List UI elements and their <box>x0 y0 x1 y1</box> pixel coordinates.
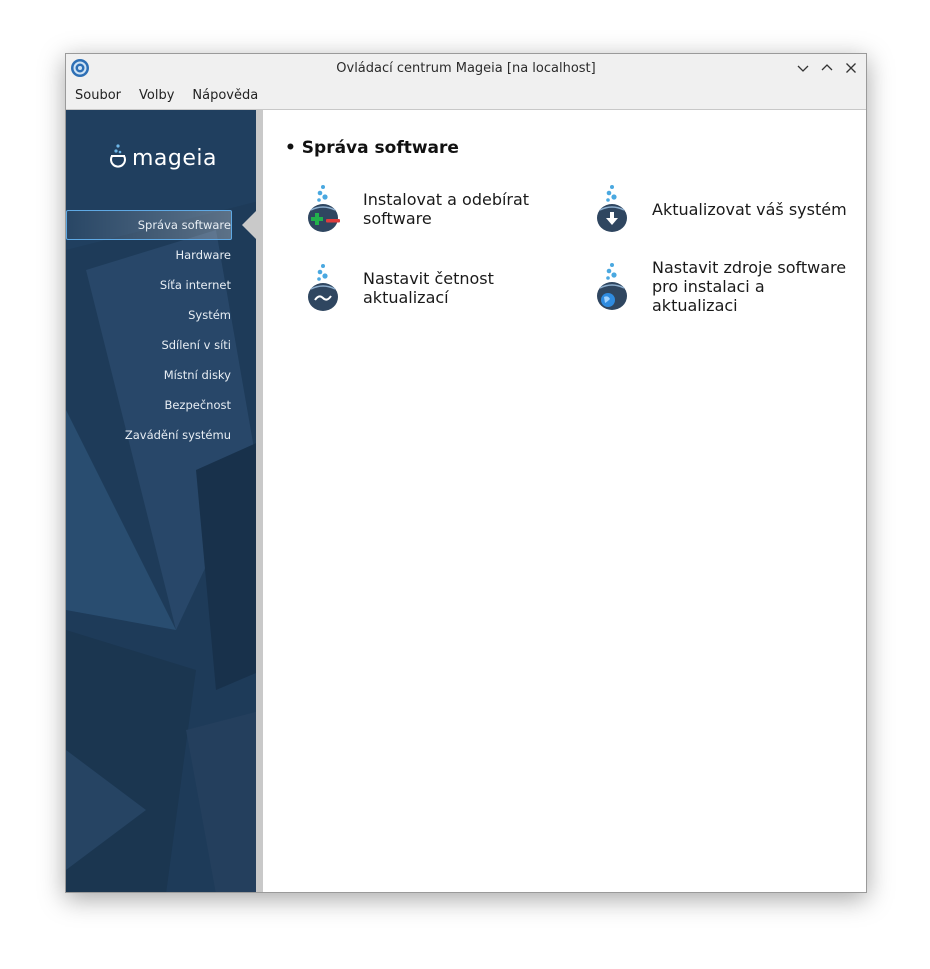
tool-update-system[interactable]: Aktualizovat váš systém <box>594 184 852 234</box>
app-window: Ovládací centrum Mageia [na localhost] S… <box>65 53 867 893</box>
sidebar-item-label: Hardware <box>175 248 231 262</box>
update-frequency-icon <box>308 264 338 311</box>
title-bar[interactable]: Ovládací centrum Mageia [na localhost] <box>66 54 866 82</box>
sidebar: mageia Správa software Hardware Síťa int… <box>66 110 263 892</box>
sidebar-item-security[interactable]: Bezpečnost <box>66 390 263 420</box>
tool-label: Aktualizovat váš systém <box>652 199 847 219</box>
sidebar-nav: Správa software Hardware Síťa internet S… <box>66 210 263 450</box>
sidebar-item-label: Místní disky <box>163 368 231 382</box>
sidebar-item-hardware[interactable]: Hardware <box>66 240 263 270</box>
sidebar-item-network-internet[interactable]: Síťa internet <box>66 270 263 300</box>
minimize-icon[interactable] <box>794 58 812 78</box>
tool-install-remove-software[interactable]: Instalovat a odebírat software <box>305 184 543 234</box>
sidebar-item-software-management[interactable]: Správa software <box>66 210 263 240</box>
mageia-app-icon[interactable] <box>70 58 90 78</box>
sidebar-item-network-sharing[interactable]: Sdílení v síti <box>66 330 263 360</box>
update-system-icon <box>597 185 627 232</box>
tool-software-sources[interactable]: Nastavit zdroje software pro instalaci a… <box>594 258 852 315</box>
sidebar-item-label: Systém <box>188 308 231 322</box>
sidebar-item-boot[interactable]: Zavádění systému <box>66 420 263 450</box>
mageia-wordmark: mageia <box>132 145 218 171</box>
sidebar-item-system[interactable]: Systém <box>66 300 263 330</box>
maximize-icon[interactable] <box>818 58 836 78</box>
window-title: Ovládací centrum Mageia [na localhost] <box>336 60 596 76</box>
tool-label: Instalovat a odebírat software <box>363 190 530 228</box>
tool-update-frequency[interactable]: Nastavit četnost aktualizací <box>305 263 543 313</box>
sidebar-splitter[interactable] <box>256 110 263 892</box>
sidebar-item-local-disks[interactable]: Místní disky <box>66 360 263 390</box>
menu-bar: Soubor Volby Nápověda <box>66 82 866 110</box>
tool-label: Nastavit zdroje software pro instalaci a… <box>652 258 847 315</box>
sidebar-item-label: Síťa internet <box>159 278 231 292</box>
section-title: • Správa software <box>285 138 459 158</box>
tool-label: Nastavit četnost aktualizací <box>363 269 494 307</box>
menu-options[interactable]: Volby <box>130 88 183 103</box>
sidebar-item-label: Zavádění systému <box>124 428 231 442</box>
mageia-logo: mageia <box>108 138 218 178</box>
menu-help[interactable]: Nápověda <box>183 88 267 103</box>
software-sources-icon <box>597 262 627 310</box>
main-content: • Správa software Instalovat a odebírat … <box>263 110 866 892</box>
sidebar-item-label: Bezpečnost <box>164 398 231 412</box>
sidebar-item-label: Sdílení v síti <box>161 338 231 352</box>
menu-file[interactable]: Soubor <box>66 88 130 103</box>
mageia-cauldron-icon <box>110 144 126 168</box>
sidebar-item-label: Správa software <box>137 218 231 232</box>
install-remove-icon <box>308 185 340 232</box>
close-icon[interactable] <box>842 58 860 78</box>
